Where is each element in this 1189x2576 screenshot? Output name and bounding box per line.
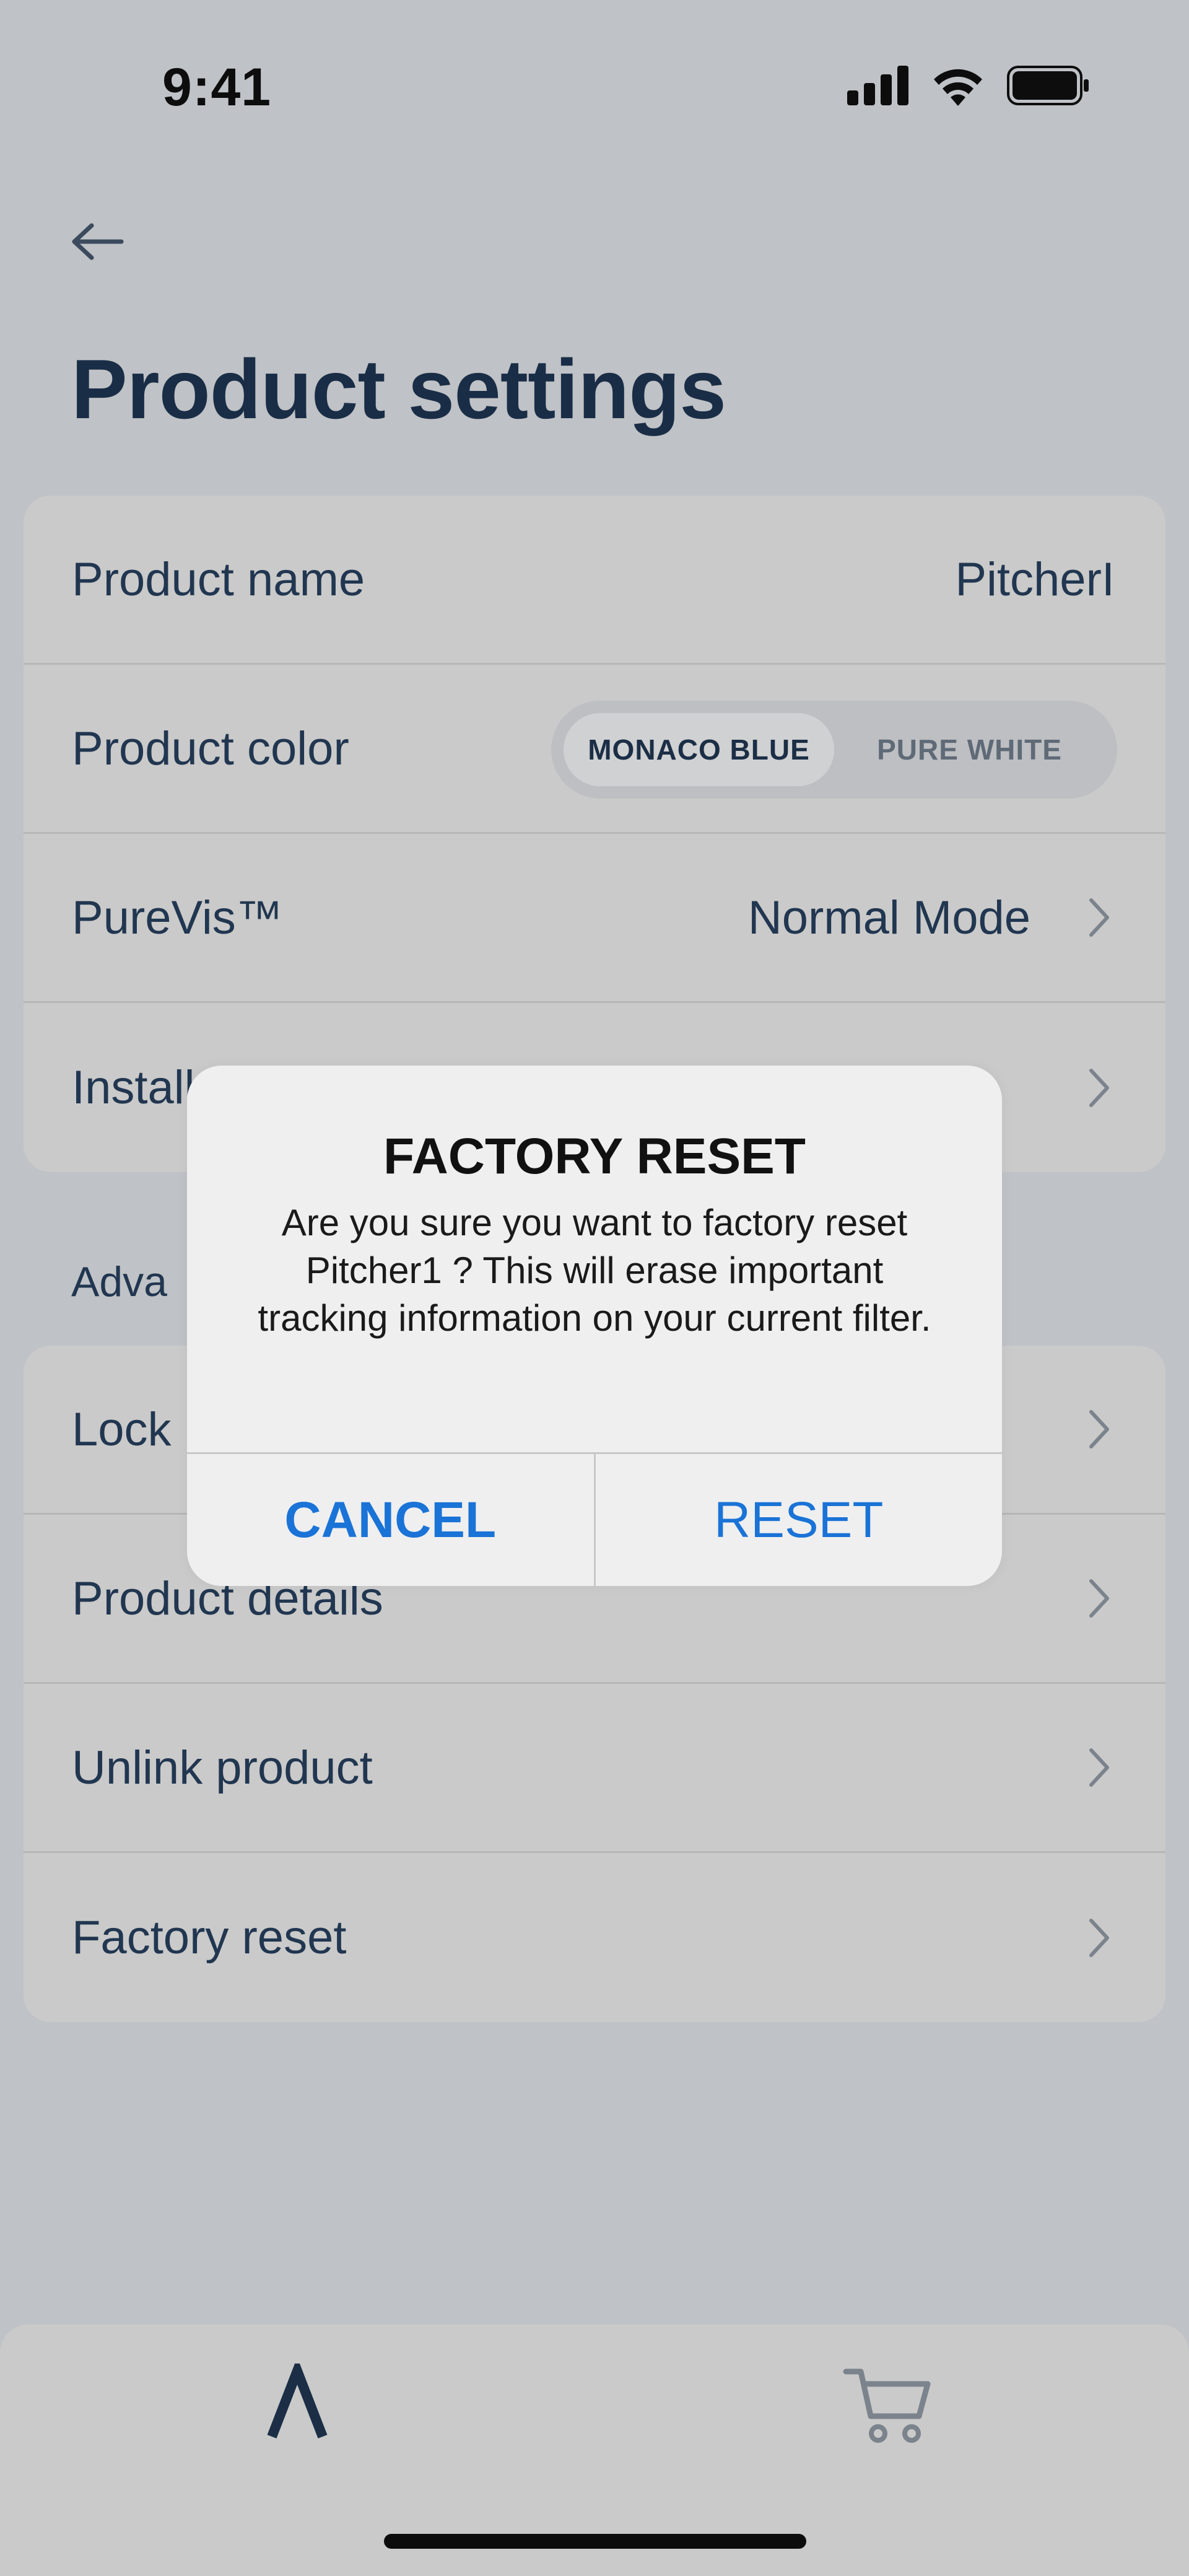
alert-title: FACTORY RESET	[383, 1128, 806, 1185]
alert-message: Are you sure you want to factory reset P…	[258, 1202, 931, 1339]
unlink-product-row[interactable]: Unlink product	[24, 1684, 1165, 1853]
status-time: 9:41	[162, 58, 272, 117]
install-label: Install	[72, 1061, 195, 1114]
chevron-right-icon	[1089, 898, 1109, 937]
segment-monaco-blue[interactable]: MONACO BLUE	[564, 713, 834, 786]
signal-icon	[847, 66, 908, 105]
unlink-product-label: Unlink product	[72, 1741, 373, 1794]
alert-buttons: CANCEL RESET	[187, 1452, 1002, 1586]
chevron-right-icon	[1089, 1410, 1109, 1448]
chevron-right-icon	[1089, 1918, 1109, 1957]
lambda-icon[interactable]	[263, 2364, 331, 2444]
factory-reset-label: Factory reset	[72, 1911, 347, 1964]
wifi-icon	[934, 69, 982, 106]
reset-button[interactable]: RESET	[596, 1454, 1003, 1586]
purevis-row[interactable]: PureVis™ Normal Mode	[24, 834, 1165, 1003]
home-indicator	[384, 2534, 806, 2549]
advanced-section-header: Adva	[71, 1258, 167, 1305]
product-color-row: Product color MONACO BLUE PURE WHITE	[24, 665, 1165, 834]
battery-icon	[1007, 66, 1089, 105]
product-name-value: PitcherI	[955, 553, 1115, 606]
back-arrow-icon[interactable]	[67, 217, 129, 266]
chevron-right-icon	[1089, 1579, 1109, 1618]
lock-label: Lock	[72, 1403, 172, 1456]
purevis-label: PureVis™	[72, 891, 283, 944]
product-color-segmented-control: MONACO BLUE PURE WHITE	[551, 701, 1117, 799]
status-icons	[847, 65, 1090, 106]
chevron-right-icon	[1089, 1068, 1109, 1107]
purevis-value: Normal Mode	[747, 891, 1030, 944]
chevron-right-icon	[1089, 1748, 1109, 1787]
cancel-button[interactable]: CANCEL	[187, 1454, 596, 1586]
segment-pure-white[interactable]: PURE WHITE	[834, 713, 1105, 786]
factory-reset-alert: FACTORY RESET Are you sure you want to f…	[187, 1066, 1002, 1586]
product-name-row[interactable]: Product name PitcherI	[24, 496, 1165, 665]
product-name-label: Product name	[72, 553, 365, 606]
factory-reset-row[interactable]: Factory reset	[24, 1853, 1165, 2022]
cart-icon[interactable]	[842, 2365, 935, 2446]
product-color-label: Product color	[72, 722, 349, 775]
page-title: Product settings	[71, 342, 726, 436]
